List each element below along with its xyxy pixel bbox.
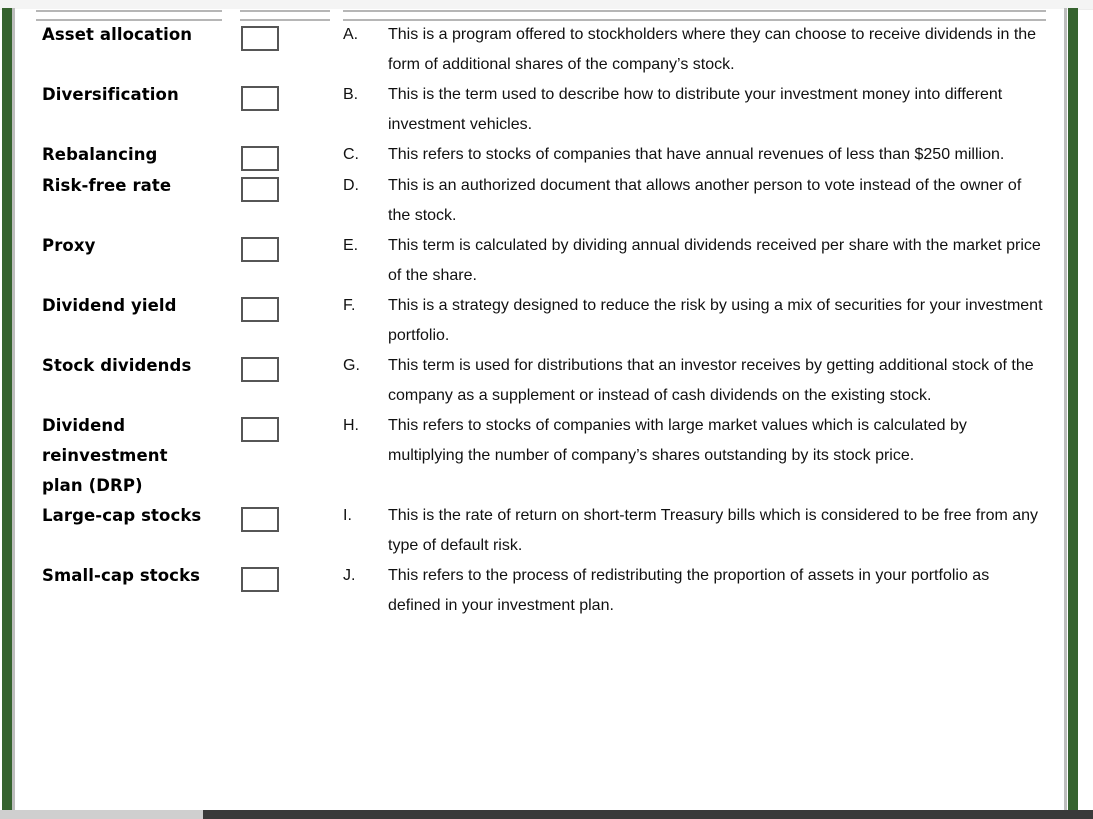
definition-letter: D. [343,177,359,194]
answer-box-cell [220,140,343,171]
definition-text: This refers to stocks of companies that … [388,146,1005,163]
table-row: Small-cap stocks J. This refers to the p… [0,561,1093,621]
definition-letter: E. [343,237,359,254]
definition-text: This term is used for distributions that… [388,357,1034,404]
term-label: Diversification [42,85,179,104]
table-row: Dividend yield F. This is a strategy des… [0,291,1093,351]
table-row: Dividend reinvestment plan (DRP) H. This… [0,411,1093,501]
term-cell: Dividend yield [0,291,220,321]
table-row: Diversification B. This is the term used… [0,80,1093,140]
term-label: Asset allocation [42,25,193,44]
answer-box[interactable] [241,146,279,171]
answer-box-cell [220,561,343,592]
term-label: Small-cap stocks [42,566,201,585]
definition-text: This is the rate of return on short-term… [388,507,1039,554]
table-row: Asset allocation A. This is a program of… [0,20,1093,80]
answer-box-cell [220,351,343,382]
answer-box[interactable] [241,357,279,382]
answer-box[interactable] [241,86,279,111]
table-row: Stock dividends G. This term is used for… [0,351,1093,411]
definition-text: This term is calculated by dividing annu… [388,237,1041,284]
matching-table: Asset allocation A. This is a program of… [0,20,1093,621]
answer-box-cell [220,80,343,111]
term-cell: Small-cap stocks [0,561,220,591]
term-cell: Large-cap stocks [0,501,220,531]
definition-text: This is a strategy designed to reduce th… [388,297,1043,344]
definition-letter: A. [343,26,359,43]
term-label: Risk-free rate [42,176,172,195]
term-label: Rebalancing [42,145,158,164]
answer-box-cell [220,231,343,262]
term-cell: Dividend reinvestment plan (DRP) [0,411,220,501]
definition-letter: C. [343,146,359,163]
definition-letter: G. [343,357,360,374]
horizontal-scrollbar-thumb[interactable] [203,810,1093,819]
term-label: Stock dividends [42,356,192,375]
definition-text: This refers to the process of redistribu… [388,567,990,614]
definition-letter: I. [343,507,352,524]
answer-box[interactable] [241,297,279,322]
definition-text: This is a program offered to stockholder… [388,26,1037,73]
definition-text: This is an authorized document that allo… [388,177,1022,224]
term-label: Dividend [42,416,126,435]
definition-letter: F. [343,297,356,314]
answer-box[interactable] [241,567,279,592]
definition-letter: H. [343,417,359,434]
definition-text: This refers to stocks of companies with … [388,417,967,464]
answer-box-cell [220,501,343,532]
term-label: Proxy [42,236,96,255]
table-row: Risk-free rate D. This is an authorized … [0,171,1093,231]
term-label: reinvestment [42,446,168,465]
table-row: Proxy E. This term is calculated by divi… [0,231,1093,291]
term-cell: Stock dividends [0,351,220,381]
term-label: Large-cap stocks [42,506,202,525]
term-cell: Proxy [0,231,220,261]
definition-letter: J. [343,567,356,584]
answer-box[interactable] [241,237,279,262]
term-cell: Asset allocation [0,20,220,50]
term-cell: Risk-free rate [0,171,220,201]
term-label: plan (DRP) [42,476,143,495]
answer-box[interactable] [241,417,279,442]
answer-box-cell [220,291,343,322]
definition-letter: B. [343,86,359,103]
table-row: Large-cap stocks I. This is the rate of … [0,501,1093,561]
answer-box[interactable] [241,507,279,532]
answer-box-cell [220,171,343,202]
term-cell: Rebalancing [0,140,220,170]
answer-box-cell [220,411,343,442]
answer-box[interactable] [241,26,279,51]
term-cell: Diversification [0,80,220,110]
term-label: Dividend yield [42,296,177,315]
table-row: Rebalancing C. This refers to stocks of … [0,140,1093,171]
answer-box-cell [220,20,343,51]
definition-text: This is the term used to describe how to… [388,86,1003,133]
answer-box[interactable] [241,177,279,202]
